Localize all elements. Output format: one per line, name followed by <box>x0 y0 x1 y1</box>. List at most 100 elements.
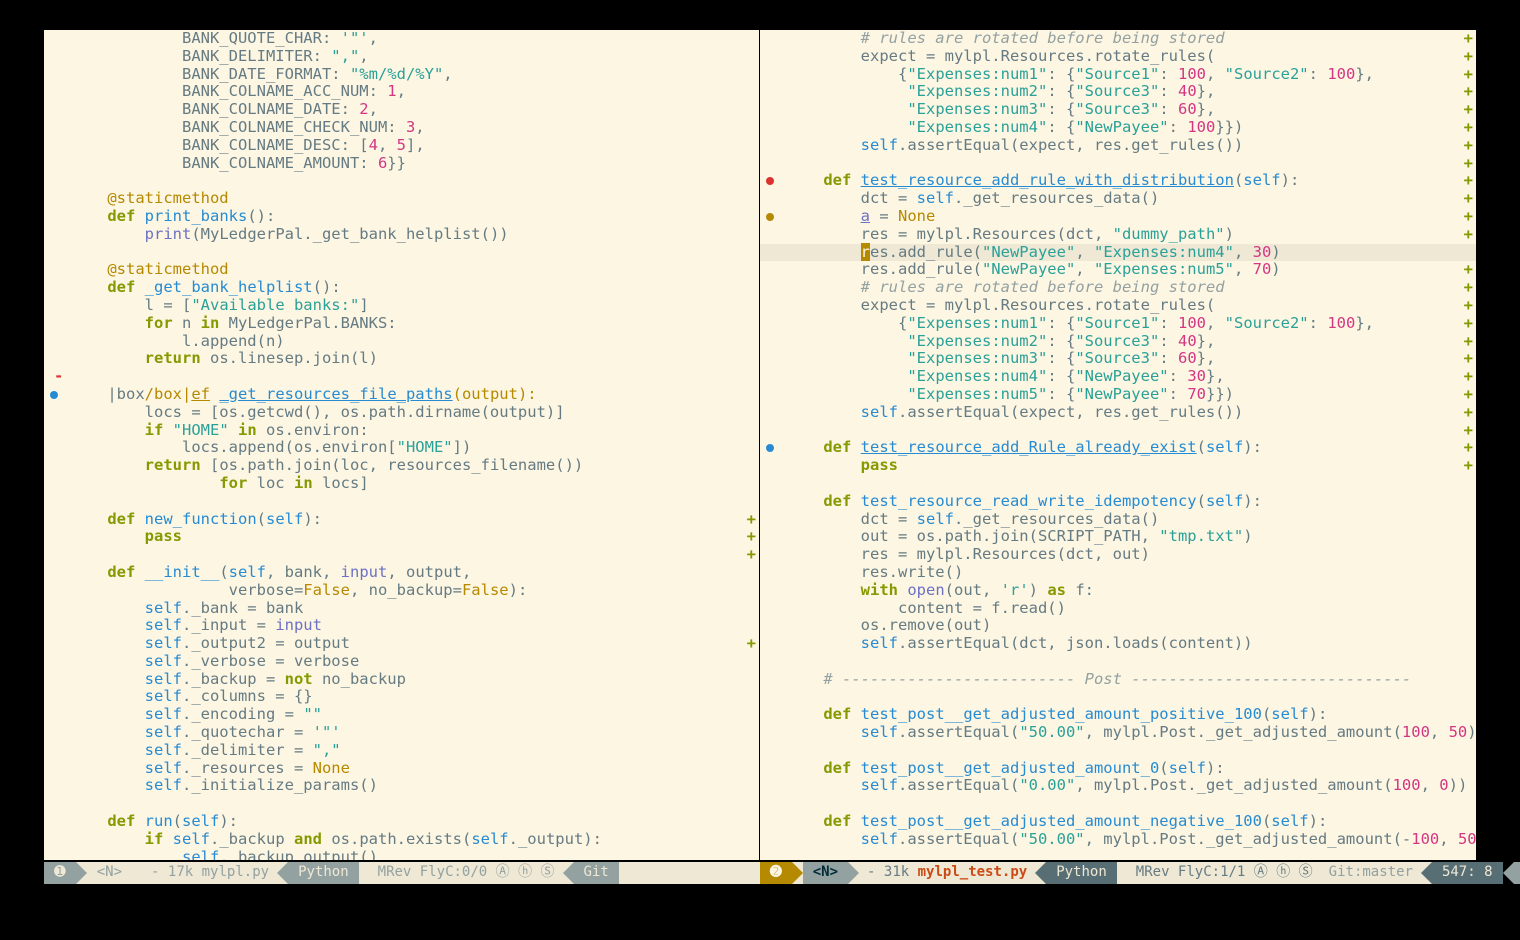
code-line[interactable] <box>70 493 745 511</box>
right-window[interactable]: +++++++++++++++++++++++++ # rules are ro… <box>760 30 1476 860</box>
code-line[interactable]: res = mylpl.Resources(dct, out) <box>786 546 1462 564</box>
code-line[interactable]: print(MyLedgerPal._get_bank_helplist()) <box>70 226 745 244</box>
code-line[interactable]: BANK_COLNAME_ACC_NUM: 1, <box>70 83 745 101</box>
code-line[interactable]: # rules are rotated before being stored <box>786 30 1462 48</box>
code-line[interactable]: "Expenses:num5": {"NewPayee": 70}}) <box>786 386 1462 404</box>
code-line[interactable]: def _get_bank_helplist(): <box>70 279 745 297</box>
code-line[interactable] <box>70 368 745 386</box>
code-line[interactable]: dct = self._get_resources_data() <box>786 511 1462 529</box>
code-line[interactable]: def print_banks(): <box>70 208 745 226</box>
left-code[interactable]: BANK_QUOTE_CHAR: '"', BANK_DELIMITER: ",… <box>70 30 745 860</box>
code-line[interactable]: # ------------------------- Post -------… <box>786 671 1462 689</box>
code-line[interactable]: pass <box>70 528 745 546</box>
code-line[interactable]: out = os.path.join(SCRIPT_PATH, "tmp.txt… <box>786 528 1462 546</box>
code-line[interactable]: verbose=False, no_backup=False): <box>70 582 745 600</box>
code-line[interactable]: def __init__(self, bank, input, output, <box>70 564 745 582</box>
code-line[interactable]: self._output2 = output <box>70 635 745 653</box>
code-line[interactable] <box>786 422 1462 440</box>
code-line[interactable]: def test_resource_add_rule_with_distribu… <box>786 172 1462 190</box>
code-line[interactable]: self._backup = not no_backup <box>70 671 745 689</box>
code-line[interactable]: BANK_DATE_FORMAT: "%m/%d/%Y", <box>70 66 745 84</box>
code-line[interactable]: def test_resource_read_write_idempotency… <box>786 493 1462 511</box>
code-line[interactable]: content = f.read() <box>786 600 1462 618</box>
window-number-2[interactable]: ➋ <box>760 862 792 884</box>
code-line[interactable]: self.assertEqual("50.00", mylpl.Post._ge… <box>786 831 1462 849</box>
code-line[interactable] <box>786 795 1462 813</box>
code-line[interactable]: os.remove(out) <box>786 617 1462 635</box>
code-line[interactable]: self._verbose = verbose <box>70 653 745 671</box>
code-line[interactable]: BANK_COLNAME_DATE: 2, <box>70 101 745 119</box>
code-line[interactable]: res.add_rule("NewPayee", "Expenses:num5"… <box>786 261 1462 279</box>
buffer-name-right[interactable]: mylpl_test.py <box>918 864 1028 880</box>
code-line[interactable]: BANK_COLNAME_CHECK_NUM: 3, <box>70 119 745 137</box>
minor-modes-right[interactable]: MRev FlyC:1/1 Ⓐ ⓗ Ⓢ <box>1128 864 1321 882</box>
code-line[interactable]: BANK_COLNAME_DESC: [4, 5], <box>70 137 745 155</box>
code-line[interactable]: a = None <box>786 208 1462 226</box>
code-line[interactable] <box>786 653 1462 671</box>
left-window[interactable]: - ++++ BANK_QUOTE_CHAR: '"', BANK_DELIMI… <box>44 30 760 860</box>
code-line[interactable]: self._columns = {} <box>70 688 745 706</box>
right-code[interactable]: # rules are rotated before being stored … <box>786 30 1462 860</box>
code-line[interactable]: l = ["Available banks:"] <box>70 297 745 315</box>
code-line[interactable]: self.assertEqual(expect, res.get_rules()… <box>786 137 1462 155</box>
code-line[interactable] <box>70 172 745 190</box>
code-line[interactable]: def test_post__get_adjusted_amount_0(sel… <box>786 760 1462 778</box>
code-line[interactable]: "Expenses:num4": {"NewPayee": 100}}) <box>786 119 1462 137</box>
code-line[interactable]: pass <box>786 457 1462 475</box>
code-line[interactable]: res = mylpl.Resources(dct, "dummy_path") <box>786 226 1462 244</box>
window-number-1[interactable]: ➊ <box>44 862 76 884</box>
major-mode-left[interactable]: Python <box>288 862 359 884</box>
code-line[interactable] <box>70 244 745 262</box>
code-line[interactable]: def run(self): <box>70 813 745 831</box>
buffer-name-left[interactable]: mylpl.py <box>202 864 269 880</box>
code-line[interactable]: "Expenses:num4": {"NewPayee": 30}, <box>786 368 1462 386</box>
code-line[interactable]: self.assertEqual("0.00", mylpl.Post._get… <box>786 777 1462 795</box>
code-line[interactable]: self._quotechar = '"' <box>70 724 745 742</box>
code-line[interactable]: def test_post__get_adjusted_amount_negat… <box>786 813 1462 831</box>
code-line[interactable]: with open(out, 'r') as f: <box>786 582 1462 600</box>
code-line[interactable]: self._encoding = "" <box>70 706 745 724</box>
minor-modes-left[interactable]: MRev FlyC:0/0 Ⓐ ⓗ Ⓢ <box>370 864 563 882</box>
code-line[interactable]: dct = self._get_resources_data() <box>786 190 1462 208</box>
modeline-left[interactable]: ➊ <N> - 17k mylpl.py Python MRev FlyC:0/… <box>44 862 760 884</box>
code-line[interactable]: return [os.path.join(loc, resources_file… <box>70 457 745 475</box>
code-line[interactable]: locs.append(os.environ["HOME"]) <box>70 439 745 457</box>
code-line[interactable]: "Expenses:num3": {"Source3": 60}, <box>786 350 1462 368</box>
code-line[interactable]: return os.linesep.join(l) <box>70 350 745 368</box>
code-line[interactable]: self.assertEqual("50.00", mylpl.Post._ge… <box>786 724 1462 742</box>
code-line[interactable]: l.append(n) <box>70 333 745 351</box>
code-line[interactable]: expect = mylpl.Resources.rotate_rules( <box>786 297 1462 315</box>
code-line[interactable]: |box/box|ef _get_resources_file_paths(ou… <box>70 386 745 404</box>
code-line[interactable]: @staticmethod <box>70 190 745 208</box>
code-line[interactable]: BANK_COLNAME_AMOUNT: 6}} <box>70 155 745 173</box>
code-line[interactable]: if self._backup and os.path.exists(self.… <box>70 831 745 849</box>
code-line[interactable]: for loc in locs] <box>70 475 745 493</box>
code-line[interactable]: def test_resource_add_Rule_already_exist… <box>786 439 1462 457</box>
code-line[interactable]: "Expenses:num2": {"Source3": 40}, <box>786 333 1462 351</box>
code-line[interactable]: self._initialize_params() <box>70 777 745 795</box>
git-branch-right[interactable]: Git:master <box>1321 864 1421 882</box>
code-line[interactable]: self._backup_output() <box>70 849 745 860</box>
code-line[interactable]: self.assertEqual(dct, json.loads(content… <box>786 635 1462 653</box>
code-line[interactable] <box>786 155 1462 173</box>
code-line[interactable]: def new_function(self): <box>70 511 745 529</box>
code-line[interactable]: "Expenses:num2": {"Source3": 40}, <box>786 83 1462 101</box>
code-line[interactable]: self._resources = None <box>70 760 745 778</box>
code-line[interactable]: if "HOME" in os.environ: <box>70 422 745 440</box>
code-line[interactable] <box>70 795 745 813</box>
code-line[interactable]: locs = [os.getcwd(), os.path.dirname(out… <box>70 404 745 422</box>
code-line[interactable] <box>786 688 1462 706</box>
code-line[interactable]: @staticmethod <box>70 261 745 279</box>
code-line[interactable]: "Expenses:num3": {"Source3": 60}, <box>786 101 1462 119</box>
code-line[interactable]: res.add_rule("NewPayee", "Expenses:num4"… <box>786 244 1462 262</box>
code-line[interactable]: # rules are rotated before being stored <box>786 279 1462 297</box>
code-line[interactable]: for n in MyLedgerPal.BANKS: <box>70 315 745 333</box>
major-mode-right[interactable]: Python <box>1046 862 1117 884</box>
code-line[interactable]: BANK_DELIMITER: ",", <box>70 48 745 66</box>
code-line[interactable]: {"Expenses:num1": {"Source1": 100, "Sour… <box>786 66 1462 84</box>
code-line[interactable]: expect = mylpl.Resources.rotate_rules( <box>786 48 1462 66</box>
git-branch-left[interactable]: Git <box>574 862 619 884</box>
code-line[interactable]: res.write() <box>786 564 1462 582</box>
code-line[interactable]: def test_post__get_adjusted_amount_posit… <box>786 706 1462 724</box>
modeline-right[interactable]: ➋ <N> - 31k mylpl_test.py Python MRev Fl… <box>760 862 1476 884</box>
